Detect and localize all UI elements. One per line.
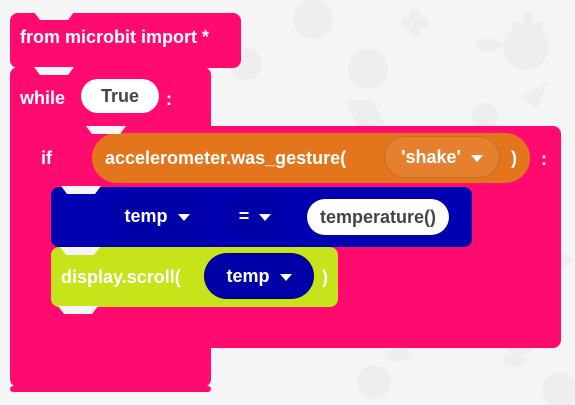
block-notches: [10, 67, 211, 394]
code-workspace[interactable]: from microbit import * while True : if :…: [0, 0, 575, 405]
